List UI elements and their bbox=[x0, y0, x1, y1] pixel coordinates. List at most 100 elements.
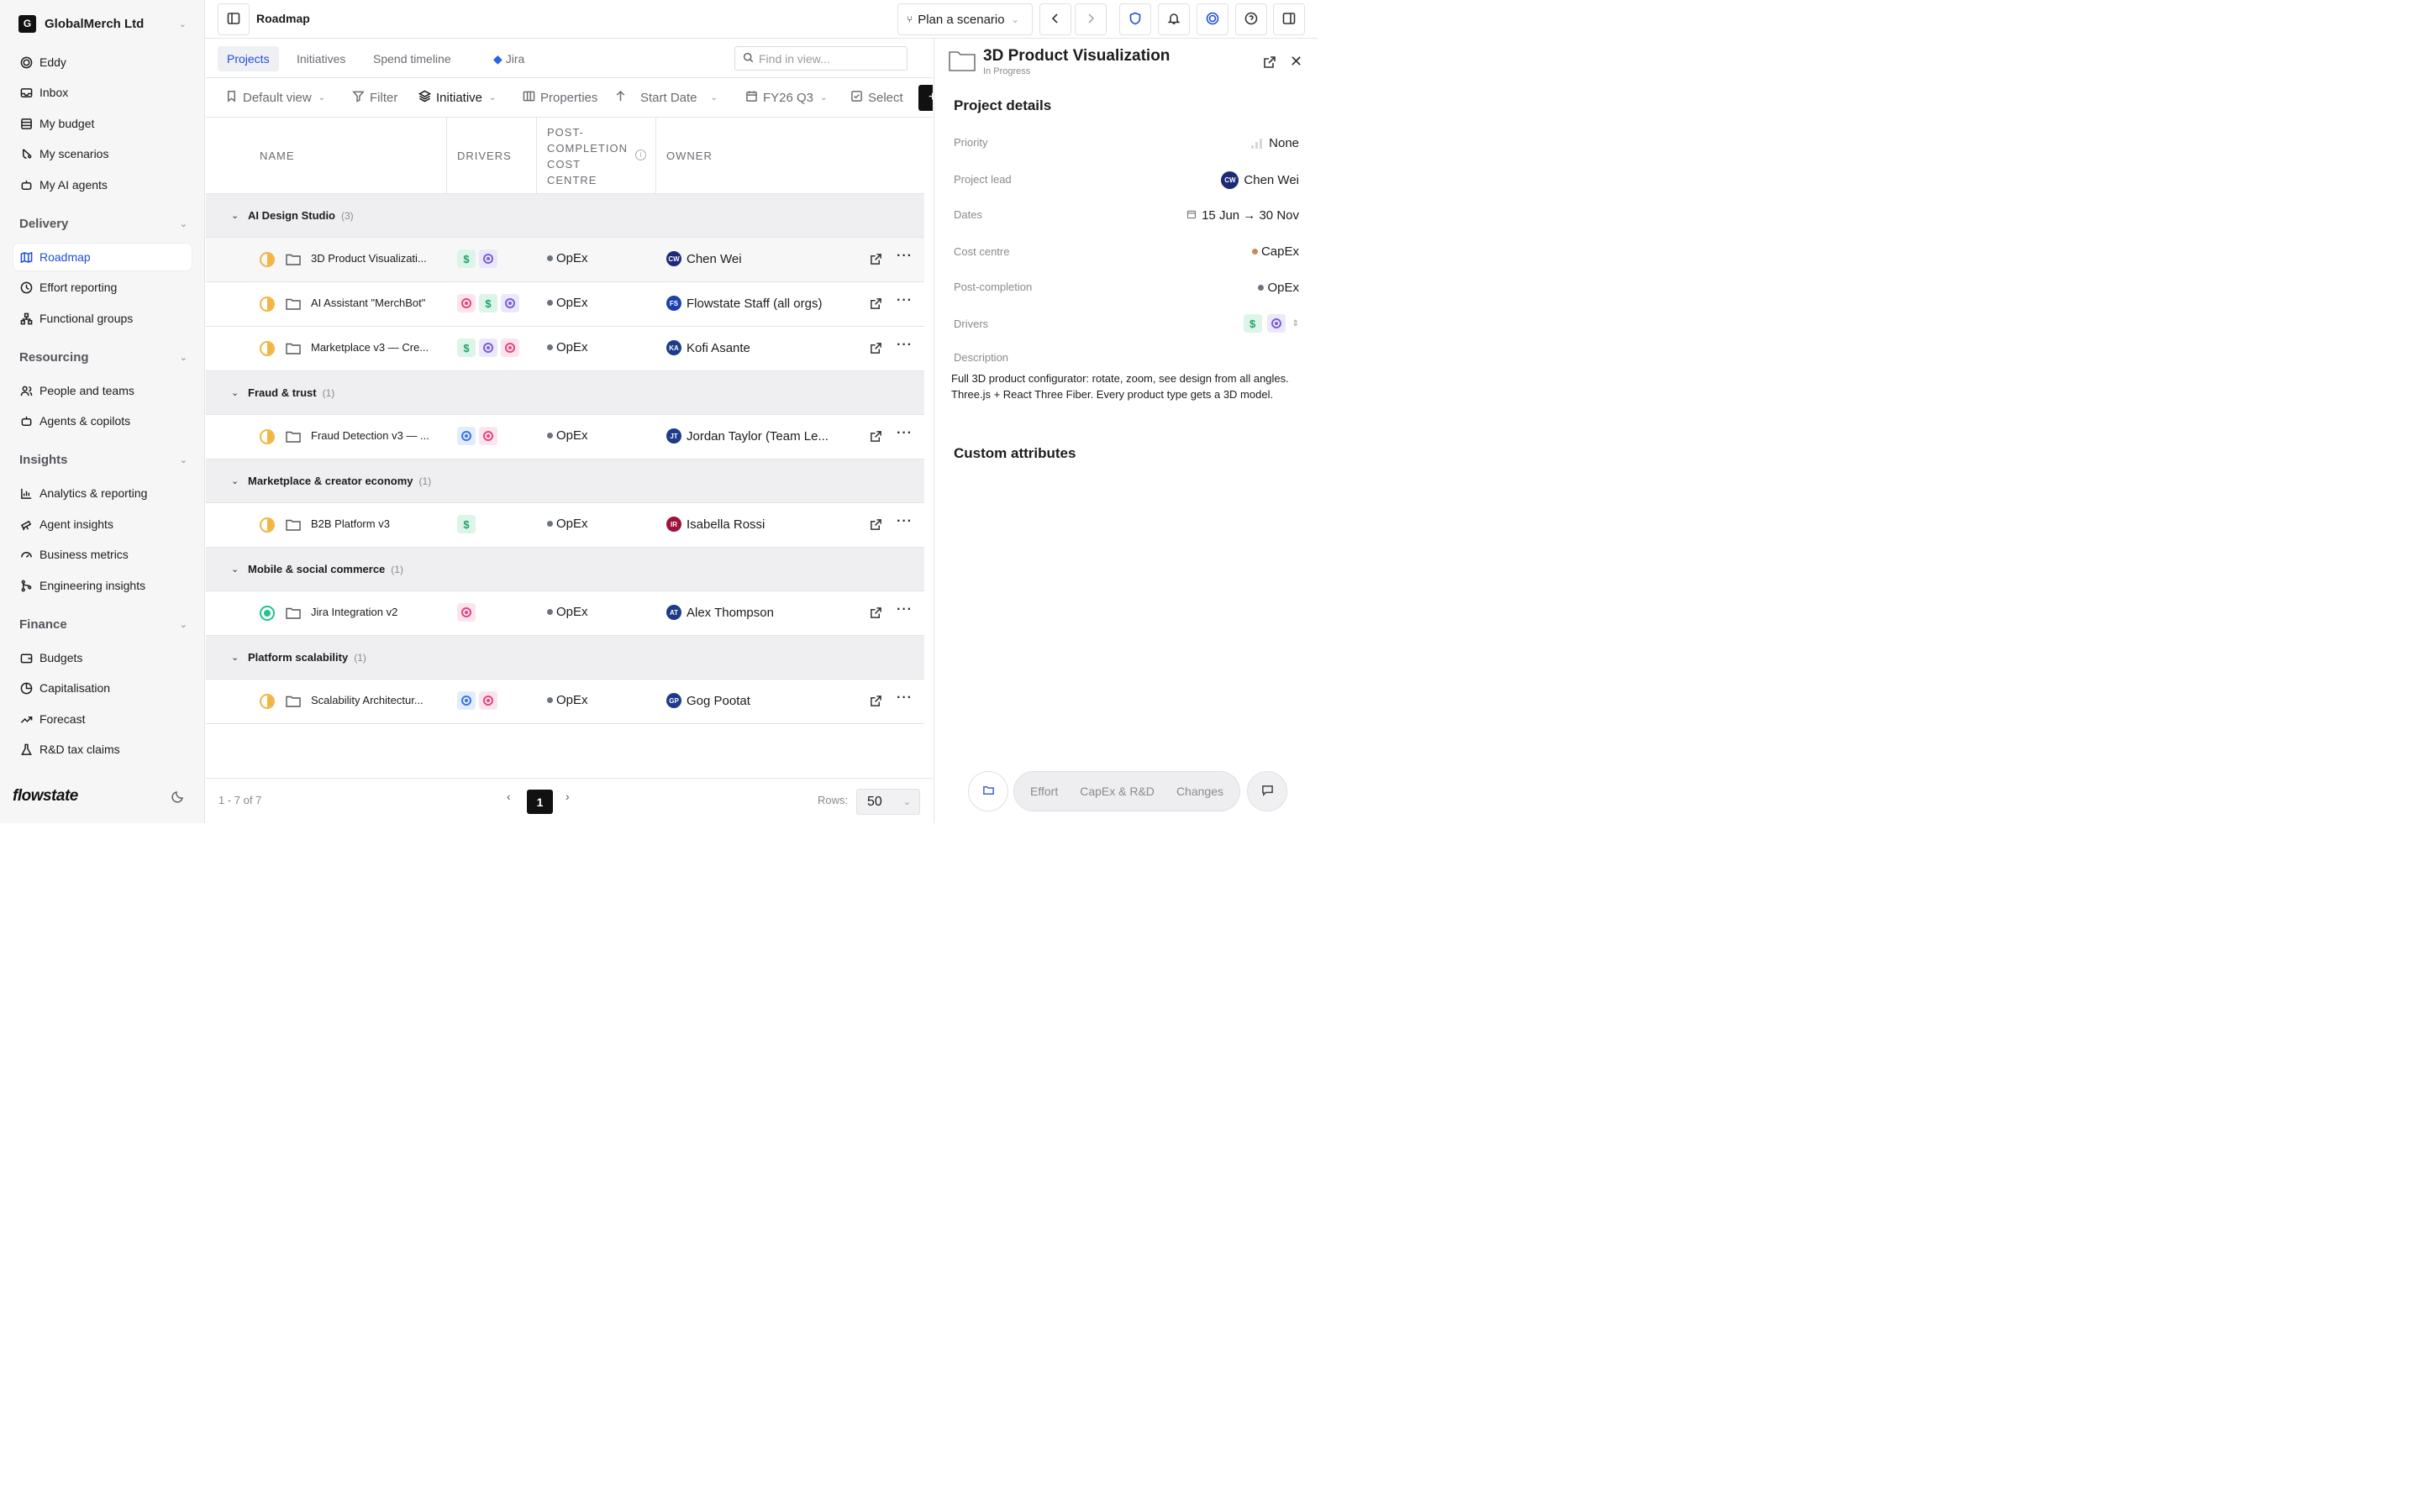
nav-capitalisation[interactable]: Capitalisation bbox=[13, 675, 192, 701]
project-name[interactable]: B2B Platform v3 bbox=[311, 517, 442, 530]
tab-spend-timeline[interactable]: Spend timeline bbox=[364, 46, 460, 71]
drivers-value[interactable]: $ ⇕ bbox=[1243, 314, 1299, 333]
nav-my-budget[interactable]: My budget bbox=[13, 110, 192, 137]
search-input[interactable]: Find in view... bbox=[734, 46, 908, 71]
nav-rd-tax-claims[interactable]: R&D tax claims bbox=[13, 736, 192, 763]
rows-per-page-select[interactable]: 50 ⌄ bbox=[856, 789, 920, 815]
nav-roadmap[interactable]: Roadmap bbox=[13, 244, 192, 270]
nav-agent-insights[interactable]: Agent insights bbox=[13, 511, 192, 538]
section-finance[interactable]: Finance ⌄ bbox=[19, 617, 187, 632]
forward-button[interactable] bbox=[1075, 3, 1107, 35]
filter-button[interactable]: Filter bbox=[352, 88, 397, 107]
select-button[interactable]: Select bbox=[850, 88, 903, 107]
section-insights[interactable]: Insights ⌄ bbox=[19, 453, 187, 467]
sort-dropdown[interactable]: Start Date ⌄ bbox=[640, 88, 718, 107]
org-switcher[interactable]: G GlobalMerch Ltd ⌄ bbox=[18, 13, 187, 34]
open-external-button[interactable] bbox=[870, 253, 883, 266]
more-options-button[interactable]: ··· bbox=[897, 602, 913, 617]
info-icon[interactable]: i bbox=[635, 150, 646, 160]
sort-direction-button[interactable] bbox=[614, 88, 632, 107]
more-options-button[interactable]: ··· bbox=[897, 338, 913, 353]
more-options-button[interactable]: ··· bbox=[897, 690, 913, 706]
nav-inbox[interactable]: Inbox bbox=[13, 79, 192, 106]
status-icon[interactable] bbox=[260, 517, 275, 533]
open-external-button[interactable] bbox=[870, 518, 883, 532]
nav-effort-reporting[interactable]: Effort reporting bbox=[13, 274, 192, 301]
project-name[interactable]: AI Assistant "MerchBot" bbox=[311, 297, 442, 309]
table-row[interactable]: Marketplace v3 — Cre... $ OpEx KA Kofi Asant… bbox=[206, 327, 924, 371]
open-external-button[interactable] bbox=[870, 606, 883, 620]
plan-scenario-button[interactable]: ⑂ Plan a scenario ⌄ bbox=[897, 3, 1033, 35]
tab-jira[interactable]: ◆ Jira bbox=[484, 46, 534, 71]
security-button[interactable] bbox=[1119, 3, 1151, 35]
status-icon[interactable] bbox=[260, 606, 275, 621]
nav-engineering-insights[interactable]: Engineering insights bbox=[13, 572, 192, 599]
default-view-dropdown[interactable]: Default view ⌄ bbox=[225, 88, 325, 107]
nav-budgets[interactable]: Budgets bbox=[13, 644, 192, 671]
nav-my-ai-agents[interactable]: My AI agents bbox=[13, 171, 192, 198]
lead-value[interactable]: CW Chen Wei bbox=[1221, 171, 1299, 189]
group-header[interactable]: ⌄ Fraud & trust (1) bbox=[206, 371, 924, 415]
group-by-dropdown[interactable]: Initiative ⌄ bbox=[418, 88, 496, 107]
group-header[interactable]: ⌄ Marketplace & creator economy (1) bbox=[206, 459, 924, 503]
close-panel-button[interactable]: ✕ bbox=[1290, 53, 1302, 71]
group-header[interactable]: ⌄ Mobile & social commerce (1) bbox=[206, 548, 924, 591]
column-header-drivers[interactable]: DRIVERS bbox=[457, 148, 512, 164]
help-button[interactable] bbox=[1235, 3, 1267, 35]
project-name[interactable]: Scalability Architectur... bbox=[311, 694, 442, 706]
nav-agents-copilots[interactable]: Agents & copilots bbox=[13, 407, 192, 434]
table-row[interactable]: AI Assistant "MerchBot" $ OpEx FS Flowstate … bbox=[206, 282, 924, 327]
open-external-button[interactable] bbox=[1263, 55, 1276, 71]
priority-value[interactable]: None bbox=[1251, 136, 1299, 150]
nav-my-scenarios[interactable]: My scenarios bbox=[13, 140, 192, 167]
tab-projects[interactable]: Projects bbox=[218, 46, 279, 71]
comments-button[interactable] bbox=[1247, 771, 1287, 811]
period-dropdown[interactable]: FY26 Q3 ⌄ bbox=[745, 88, 827, 107]
project-name[interactable]: Marketplace v3 — Cre... bbox=[311, 341, 442, 354]
nav-people-and-teams[interactable]: People and teams bbox=[13, 377, 192, 404]
nav-business-metrics[interactable]: Business metrics bbox=[13, 541, 192, 568]
dates-value[interactable]: 15 Jun → 30 Nov bbox=[1186, 208, 1299, 223]
prev-page-button[interactable]: ‹ bbox=[507, 790, 511, 803]
page-number[interactable]: 1 bbox=[527, 790, 553, 814]
project-name[interactable]: 3D Product Visualizati... bbox=[311, 252, 442, 265]
notifications-button[interactable] bbox=[1158, 3, 1190, 35]
column-header-owner[interactable]: OWNER bbox=[666, 148, 713, 164]
open-external-button[interactable] bbox=[870, 297, 883, 311]
group-header[interactable]: ⌄ Platform scalability (1) bbox=[206, 636, 924, 680]
more-options-button[interactable]: ··· bbox=[897, 293, 913, 308]
properties-button[interactable]: Properties bbox=[523, 88, 597, 107]
status-icon[interactable] bbox=[260, 341, 275, 356]
status-icon[interactable] bbox=[260, 429, 275, 444]
tab-changes[interactable]: Changes bbox=[1176, 785, 1223, 798]
eddy-button[interactable] bbox=[1197, 3, 1228, 35]
project-name[interactable]: Fraud Detection v3 — ... bbox=[311, 429, 442, 442]
back-button[interactable] bbox=[1039, 3, 1071, 35]
cost-centre-value[interactable]: CapEx bbox=[1251, 244, 1299, 259]
open-external-button[interactable] bbox=[870, 342, 883, 355]
table-row[interactable]: B2B Platform v3 $ OpEx IR Isabella Rossi ··· bbox=[206, 503, 924, 548]
section-delivery[interactable]: Delivery ⌄ bbox=[19, 217, 187, 231]
column-header-post-completion[interactable]: POST- COMPLETION COST CENTRE bbox=[547, 124, 628, 188]
toggle-sidebar-button[interactable] bbox=[218, 3, 250, 35]
nav-eddy[interactable]: Eddy bbox=[13, 49, 192, 76]
more-options-button[interactable]: ··· bbox=[897, 426, 913, 441]
column-header-name[interactable]: NAME bbox=[260, 148, 295, 164]
table-row[interactable]: Jira Integration v2 OpEx AT Alex Thompson ··… bbox=[206, 591, 924, 636]
status-icon[interactable] bbox=[260, 252, 275, 267]
more-options-button[interactable]: ··· bbox=[897, 249, 913, 264]
nav-forecast[interactable]: Forecast bbox=[13, 706, 192, 732]
nav-analytics-reporting[interactable]: Analytics & reporting bbox=[13, 480, 192, 507]
status-icon[interactable] bbox=[260, 694, 275, 709]
table-row[interactable]: Fraud Detection v3 — ... OpEx JT Jordan Tay… bbox=[206, 415, 924, 459]
status-icon[interactable] bbox=[260, 297, 275, 312]
tab-capex-rd[interactable]: CapEx & R&D bbox=[1080, 785, 1155, 798]
section-resourcing[interactable]: Resourcing ⌄ bbox=[19, 350, 187, 365]
group-header[interactable]: ⌄ AI Design Studio (3) bbox=[206, 194, 924, 238]
project-details-tab-button[interactable] bbox=[968, 771, 1008, 811]
toggle-panel-button[interactable] bbox=[1273, 3, 1305, 35]
project-name[interactable]: Jira Integration v2 bbox=[311, 606, 442, 618]
add-button[interactable]: + bbox=[918, 85, 933, 111]
table-row[interactable]: 3D Product Visualizati... $ OpEx CW Chen Wei… bbox=[206, 238, 924, 282]
open-external-button[interactable] bbox=[870, 430, 883, 444]
